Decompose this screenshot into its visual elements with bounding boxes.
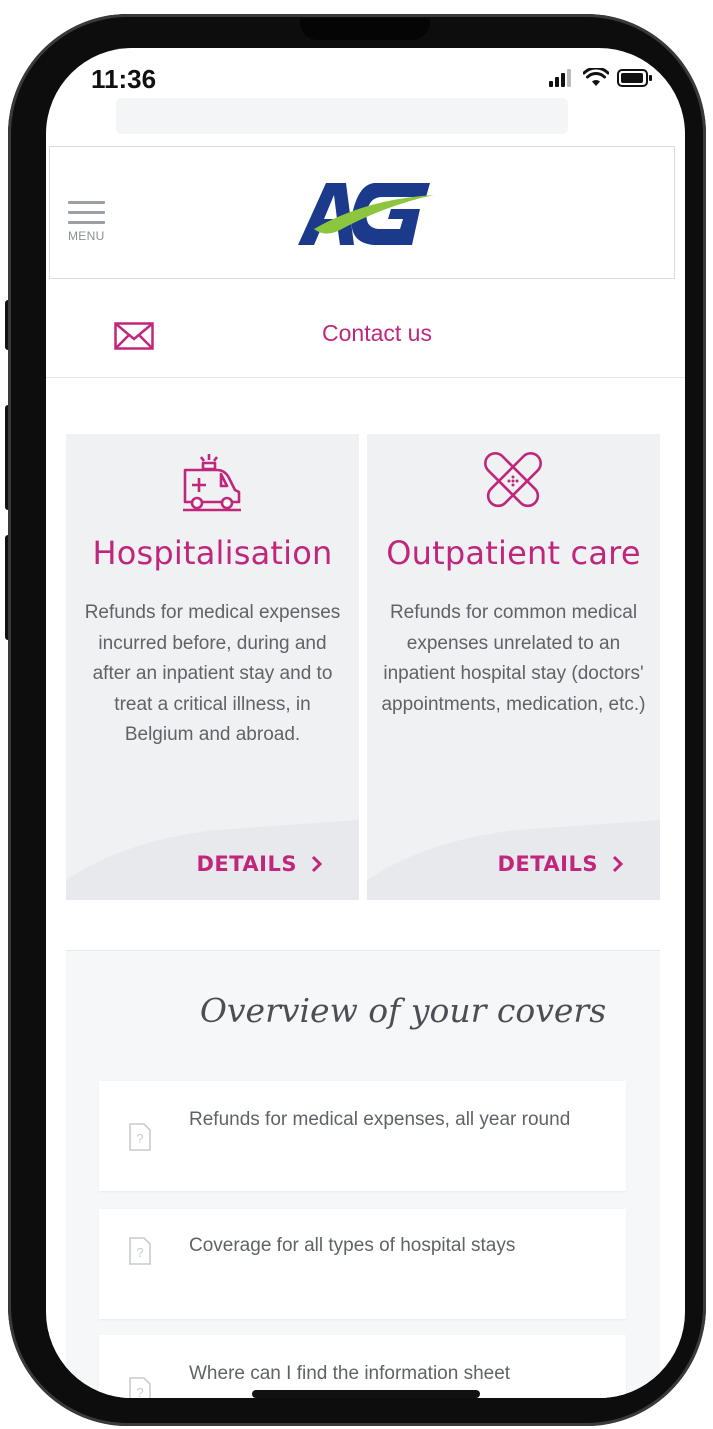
covers-overview: Overview of your covers ? Refunds for me…: [66, 950, 660, 1398]
card-description: Refunds for medical expenses incurred be…: [84, 602, 341, 745]
mail-icon[interactable]: [114, 322, 154, 350]
ambulance-icon: [183, 454, 241, 512]
contact-us-link[interactable]: Contact us: [322, 320, 432, 347]
site-header: MENU: [49, 146, 675, 279]
chevron-right-icon: [311, 855, 323, 873]
svg-text:?: ?: [136, 1245, 143, 1260]
svg-text:?: ?: [136, 1385, 143, 1398]
hospitalisation-card[interactable]: Hospitalisation Refunds for medical expe…: [66, 434, 359, 900]
faq-item[interactable]: ? Refunds for medical expenses, all year…: [99, 1081, 626, 1191]
details-label: DETAILS: [497, 852, 598, 876]
faq-item[interactable]: ? Coverage for all types of hospital sta…: [99, 1209, 626, 1319]
battery-icon: [617, 69, 652, 87]
status-icons: [549, 68, 653, 88]
ag-logo[interactable]: [296, 181, 436, 247]
document-question-icon: ?: [129, 1237, 151, 1265]
details-link[interactable]: DETAILS: [497, 852, 624, 876]
menu-button[interactable]: MENU: [68, 201, 108, 249]
chevron-right-icon: [612, 855, 624, 873]
document-question-icon: ?: [129, 1123, 151, 1151]
outpatient-care-card[interactable]: Outpatient care Refunds for common medic…: [367, 434, 660, 900]
status-time: 11:36: [91, 64, 157, 94]
svg-text:?: ?: [136, 1131, 143, 1146]
card-title: Outpatient care: [386, 534, 641, 572]
details-link[interactable]: DETAILS: [196, 852, 323, 876]
menu-label: MENU: [68, 229, 105, 243]
faq-question: Coverage for all types of hospital stays: [189, 1235, 516, 1256]
cellular-signal-icon: [549, 69, 571, 87]
hamburger-icon: [68, 201, 105, 204]
bandage-icon: [484, 452, 542, 508]
browser-address-bar: [116, 98, 568, 134]
hamburger-icon-line: [68, 221, 105, 224]
card-description: Refunds for common medical expenses unre…: [381, 602, 646, 715]
faq-question: Where can I find the information sheet: [189, 1363, 511, 1384]
wifi-icon: [583, 68, 609, 86]
document-question-icon: ?: [129, 1377, 151, 1398]
phone-screen: 11:36 MENU Contact us Hospitalisation Re…: [46, 48, 685, 1398]
phone-notch: [300, 18, 430, 40]
contact-row: Contact us: [46, 294, 685, 378]
details-label: DETAILS: [196, 852, 297, 876]
faq-item[interactable]: ? Where can I find the information sheet: [99, 1335, 626, 1398]
hamburger-icon-line: [68, 211, 105, 214]
home-indicator[interactable]: [252, 1390, 480, 1398]
overview-title: Overview of your covers: [199, 991, 607, 1030]
faq-question: Refunds for medical expenses, all year r…: [189, 1109, 571, 1130]
card-title: Hospitalisation: [92, 534, 333, 572]
